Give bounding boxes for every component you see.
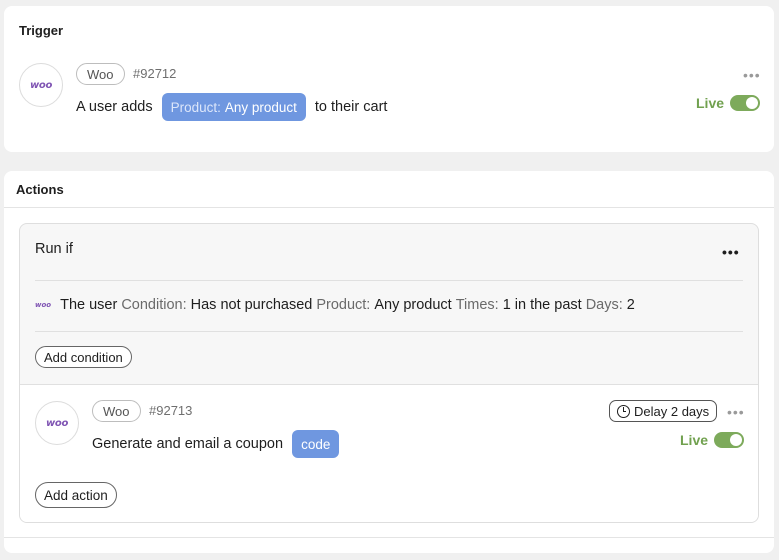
divider: [35, 331, 743, 332]
times-value: 1 in the past: [502, 297, 582, 313]
add-action-button[interactable]: Add action: [35, 482, 117, 508]
divider: [4, 207, 774, 208]
product-tag-key: Product:: [170, 99, 221, 115]
code-tag[interactable]: code: [292, 430, 340, 458]
run-if-title: Run if: [35, 241, 73, 257]
times-key: Times:: [455, 297, 499, 313]
trigger-card: Trigger woo Woo #92712 A user adds Produ…: [4, 6, 774, 152]
delay-pill[interactable]: Delay 2 days: [609, 400, 718, 422]
live-label: Live: [680, 432, 709, 448]
condition-row[interactable]: woo The user Condition: Has not purchase…: [35, 297, 639, 313]
woo-logo-icon: woo: [19, 63, 63, 107]
action-step: woo Woo #92713 Generate and email a coup…: [20, 384, 758, 522]
action-more-options-icon[interactable]: •••: [727, 405, 745, 419]
clock-icon: [617, 404, 630, 418]
actions-card: Actions Run if ••• woo The user Conditio…: [4, 171, 774, 553]
product-tag[interactable]: Product: Any product: [161, 93, 306, 121]
woo-logo-text: woo: [29, 79, 53, 91]
trigger-id: #92712: [133, 66, 177, 81]
divider: [4, 537, 774, 538]
actions-title: Actions: [16, 182, 64, 197]
days-value: 2: [626, 297, 635, 313]
integration-pill: Woo: [92, 400, 141, 422]
condition-verb: purchased: [244, 297, 313, 313]
days-key: Days:: [585, 297, 623, 313]
product-tag-value: Any product: [224, 99, 297, 115]
condition-value: Has not: [190, 297, 241, 313]
delay-label: Delay 2 days: [634, 403, 710, 419]
woo-logo-icon: woo: [35, 401, 79, 445]
trigger-title: Trigger: [19, 23, 64, 38]
action-live-status: Live: [680, 432, 745, 448]
action-sentence: Generate and email a coupon code: [92, 430, 348, 458]
integration-pill: Woo: [76, 63, 125, 85]
woo-logo-text: woo: [45, 417, 69, 429]
condition-key: Condition:: [121, 297, 187, 313]
run-if-more-options-icon[interactable]: •••: [722, 245, 740, 259]
action-sentence-text: Generate and email a coupon: [92, 436, 284, 452]
product-value: Any product: [374, 297, 452, 313]
product-key: Product:: [316, 297, 371, 313]
run-if-box: Run if ••• woo The user Condition: Has n…: [19, 223, 759, 523]
add-condition-button[interactable]: Add condition: [35, 346, 132, 368]
live-label: Live: [696, 95, 725, 111]
woo-small-logo-icon: woo: [35, 301, 52, 309]
trigger-sentence-prefix: A user adds: [76, 99, 153, 115]
divider: [35, 280, 743, 281]
action-id: #92713: [149, 403, 193, 418]
trigger-more-options-icon[interactable]: •••: [743, 68, 761, 82]
condition-subject: The user: [60, 297, 118, 313]
live-toggle[interactable]: [714, 432, 745, 448]
trigger-sentence-suffix: to their cart: [314, 99, 388, 115]
trigger-live-status: Live: [696, 95, 761, 111]
live-toggle[interactable]: [730, 95, 761, 111]
trigger-sentence: A user adds Product: Any product to thei…: [76, 93, 387, 121]
